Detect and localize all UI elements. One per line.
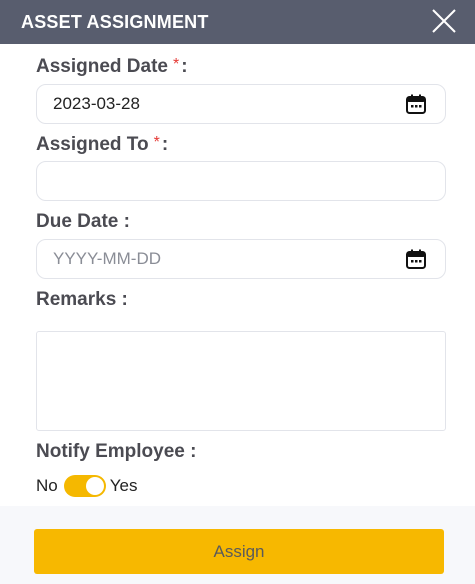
- close-button[interactable]: [429, 6, 459, 36]
- remarks-label: Remarks :: [36, 289, 128, 310]
- modal-title: ASSET ASSIGNMENT: [21, 11, 209, 32]
- assigned-date-label: Assigned Date *:: [36, 56, 188, 78]
- notify-employee-label: Notify Employee :: [36, 441, 197, 462]
- modal-header: ASSET ASSIGNMENT: [0, 0, 475, 44]
- label-colon: :: [181, 56, 188, 77]
- remarks-textarea[interactable]: [36, 331, 446, 431]
- calendar-icon[interactable]: [405, 93, 427, 115]
- assigned-to-label: Assigned To *:: [36, 134, 168, 156]
- assign-button[interactable]: Assign: [34, 529, 444, 574]
- due-date-placeholder: YYYY-MM-DD: [53, 249, 161, 268]
- assigned-date-value: 2023-03-28: [53, 94, 140, 113]
- calendar-icon[interactable]: [405, 248, 427, 270]
- toggle-off-label: No: [36, 476, 58, 495]
- toggle-on-label: Yes: [109, 476, 138, 495]
- close-icon: [432, 9, 456, 33]
- assigned-to-label-text: Assigned To: [36, 134, 149, 155]
- due-date-field[interactable]: YYYY-MM-DD: [36, 239, 446, 279]
- required-mark: *: [172, 56, 180, 73]
- toggle-knob: [85, 477, 104, 495]
- assigned-date-field[interactable]: 2023-03-28: [36, 84, 446, 124]
- label-colon: :: [161, 134, 169, 155]
- assigned-to-input[interactable]: [36, 161, 446, 201]
- due-date-label: Due Date :: [36, 211, 130, 232]
- notify-toggle-row: No Yes: [36, 474, 137, 498]
- required-mark: *: [153, 134, 160, 151]
- assigned-date-label-text: Assigned Date: [36, 56, 168, 77]
- notify-employee-toggle[interactable]: [63, 475, 106, 497]
